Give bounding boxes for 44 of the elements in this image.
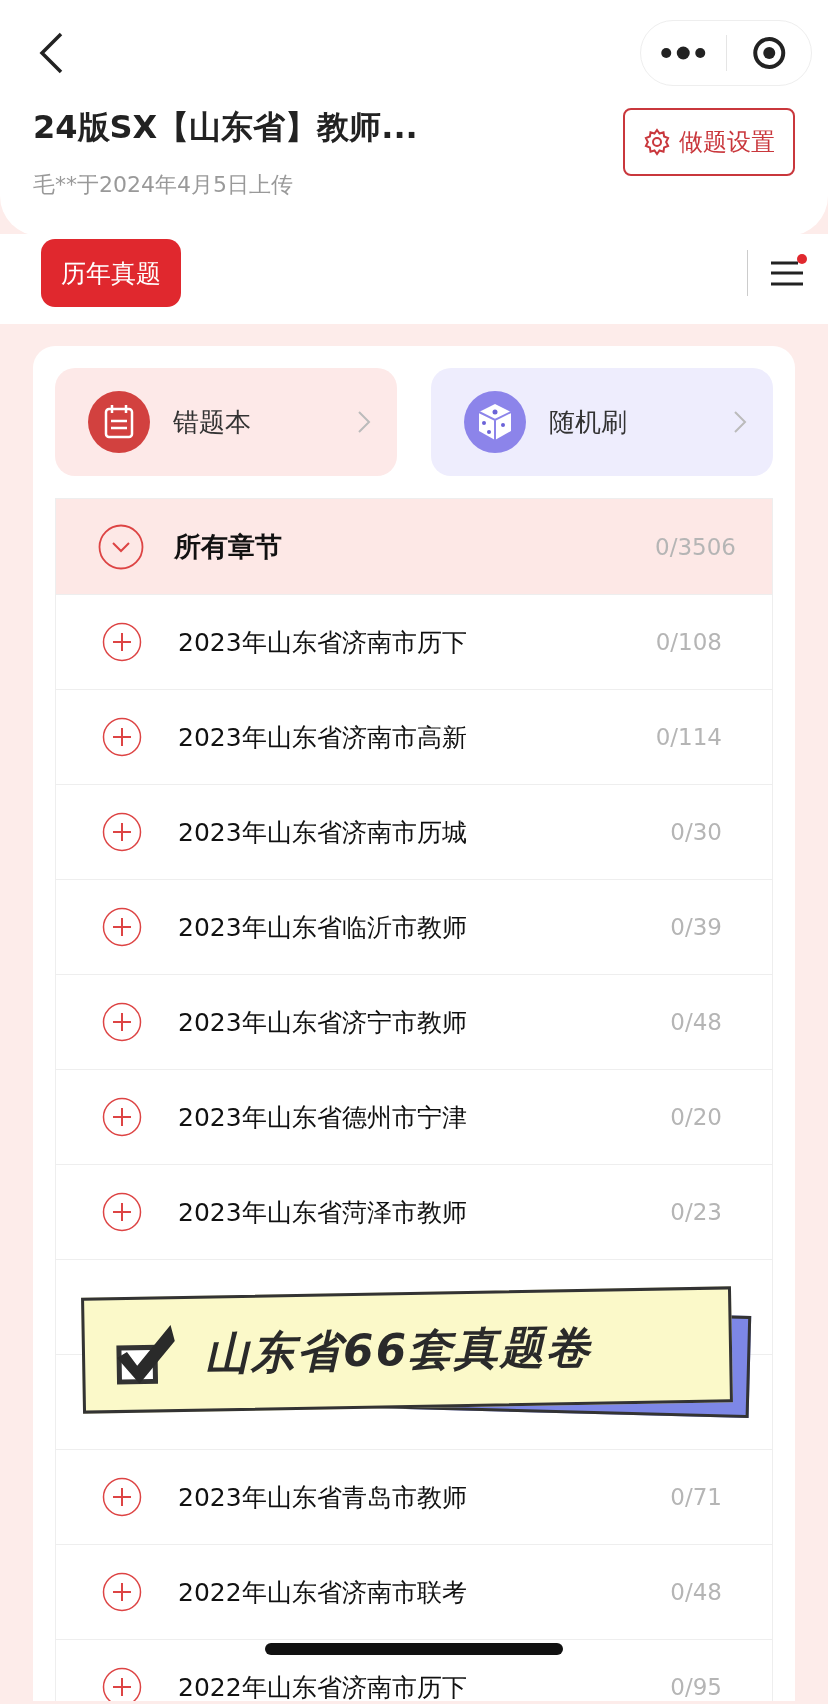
add-icon[interactable]: [102, 1192, 142, 1232]
add-icon[interactable]: [102, 1572, 142, 1612]
chapter-title[interactable]: 2023年山东省德州市宁津: [178, 1100, 518, 1134]
add-icon[interactable]: [102, 717, 142, 757]
add-icon[interactable]: [102, 1002, 142, 1042]
add-icon[interactable]: [102, 622, 142, 662]
chevron-icon: [357, 410, 371, 434]
add-icon[interactable]: [102, 1667, 142, 1701]
question-count: 0/71: [670, 1484, 722, 1510]
calendar-icon: [87, 390, 151, 454]
chapter-title[interactable]: 2023年山东省菏泽市教师: [178, 1195, 518, 1229]
question-count: 0/95: [670, 1674, 722, 1700]
chevron-icon: [733, 410, 747, 434]
question-count: 0/108: [655, 629, 722, 655]
question-count: 0/48: [670, 1009, 722, 1035]
add-icon[interactable]: [102, 1477, 142, 1517]
chapter-title[interactable]: 2023年山东省济南市高新: [178, 720, 518, 754]
chapter-title[interactable]: 2023年山东省青岛市教师: [178, 1480, 518, 1514]
question-count: 0/20: [670, 1104, 722, 1130]
add-icon[interactable]: [102, 1097, 142, 1137]
page-title: 24版SX【山东省】教师...: [33, 107, 418, 148]
chapter-title[interactable]: 2023年山东省济南市历城: [178, 815, 518, 849]
chapter-header[interactable]: 所有章节 0/3506: [56, 499, 772, 594]
dice-icon: [463, 390, 527, 454]
shortcut-button[interactable]: 错题本: [55, 368, 397, 476]
question-count: 0/23: [670, 1199, 722, 1225]
chapter-title[interactable]: 2023年山东省临沂市教师: [178, 910, 518, 944]
shortcut-button[interactable]: 随机刷: [431, 368, 773, 476]
add-icon[interactable]: [102, 907, 142, 947]
tab[interactable]: 历年真题: [41, 239, 181, 307]
settings-icon: [643, 128, 671, 156]
collapse-icon: [98, 523, 144, 570]
question-count: 0/48: [670, 1579, 722, 1605]
add-icon[interactable]: [102, 812, 142, 852]
upload-info: 毛**于2024年4月5日上传: [33, 171, 294, 199]
chapter-title[interactable]: 2022年山东省济南市历下: [178, 1670, 518, 1701]
question-count: 0/30: [670, 819, 722, 845]
settings-button[interactable]: 做题设置: [623, 108, 795, 176]
chapter-title[interactable]: 2022年山东省济南市联考: [178, 1575, 518, 1609]
chapter-title[interactable]: 2023年山东省济南市历下: [178, 625, 518, 659]
question-count: 0/39: [670, 914, 722, 940]
banner-text: 山东省66套真题卷: [204, 1319, 593, 1380]
question-count: 0/114: [655, 724, 722, 750]
chapter-title[interactable]: 2023年山东省济宁市教师: [178, 1005, 518, 1039]
